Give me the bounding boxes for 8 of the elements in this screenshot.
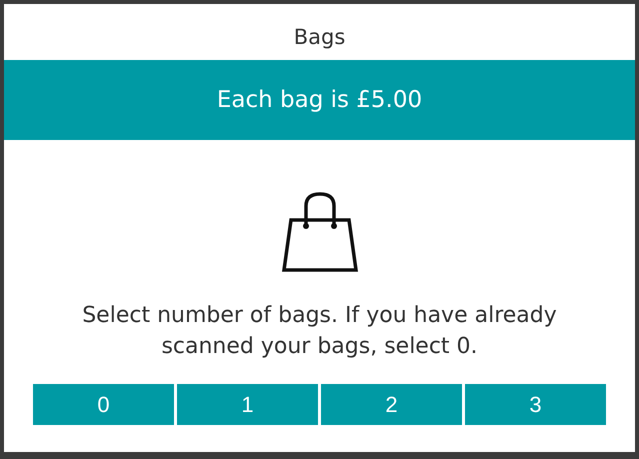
shopping-bag-icon — [282, 192, 358, 272]
bag-count-button[interactable]: 2 — [321, 384, 462, 425]
instruction-text: Select number of bags. If you have already scanned your bags, select 0. — [81, 302, 558, 361]
bag-count-button[interactable]: 0 — [33, 384, 174, 425]
dialog-title: Bags — [294, 24, 346, 51]
bag-count-button[interactable]: 1 — [177, 384, 318, 425]
bag-count-button[interactable]: 3 — [465, 384, 606, 425]
price-text: Each bag is £5.00 — [216, 87, 422, 113]
